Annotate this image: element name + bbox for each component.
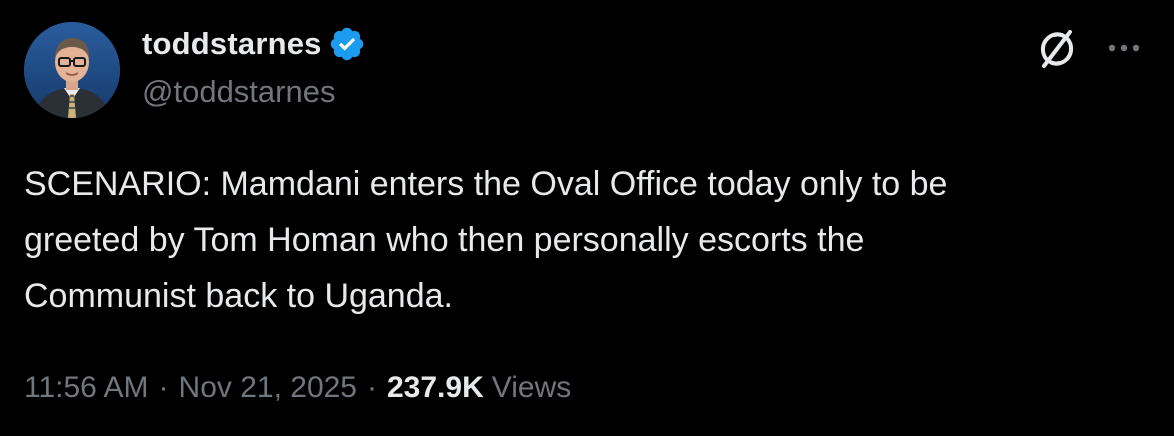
author-handle[interactable]: @toddstarnes <box>142 74 335 110</box>
display-name[interactable]: toddstarnes <box>142 26 322 62</box>
tweet-card: toddstarnes @toddstarnes SCENARIO: Mamda… <box>0 0 1174 436</box>
views-label[interactable]: Views <box>492 371 571 405</box>
more-icon[interactable] <box>1104 28 1144 68</box>
tweet-text-line: greeted by Tom Homan who then personally… <box>24 221 865 259</box>
tweet-time[interactable]: 11:56 AM <box>24 371 149 405</box>
grok-icon[interactable] <box>1034 26 1080 72</box>
tweet-date[interactable]: Nov 21, 2025 <box>179 371 357 405</box>
tweet-text-line: Communist back to Uganda. <box>24 277 453 315</box>
meta-separator: · <box>367 371 377 404</box>
views-count[interactable]: 237.9K <box>387 371 484 405</box>
avatar[interactable] <box>24 22 120 118</box>
meta-separator: · <box>158 371 169 404</box>
tweet-text: SCENARIO: Mamdani enters the Oval Office… <box>24 156 1144 324</box>
avatar-image <box>24 22 120 118</box>
tweet-meta: 11:56 AM · Nov 21, 2025 · 237.9K Views <box>24 364 571 412</box>
verified-badge-icon[interactable] <box>328 25 366 63</box>
author-name-row[interactable]: toddstarnes <box>142 22 366 66</box>
tweet-text-line: SCENARIO: Mamdani enters the Oval Office… <box>24 165 948 203</box>
